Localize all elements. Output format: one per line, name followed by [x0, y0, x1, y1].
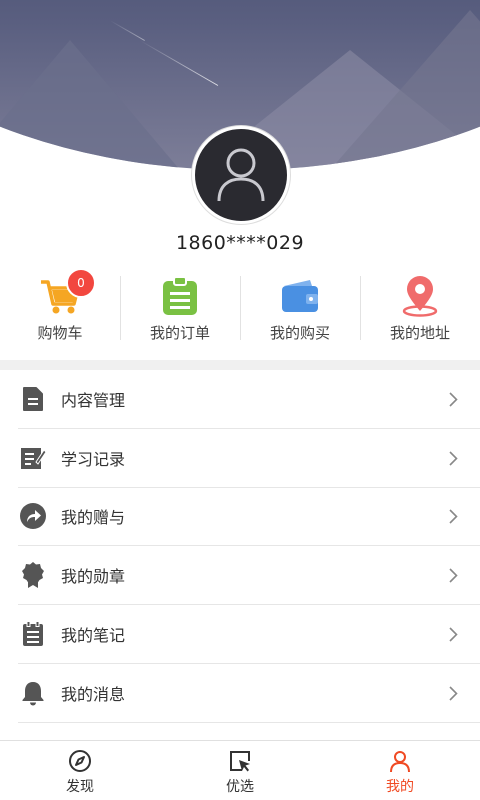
cursor-select-icon: [230, 751, 250, 772]
menu-item-gifts[interactable]: 我的赠与: [18, 488, 480, 547]
wallet-icon: [276, 274, 324, 318]
menu-item-label: 学习记录: [61, 449, 126, 469]
clipboard-icon: [156, 274, 204, 318]
quick-actions: 0 购物车 我的订单 我的购买 我的地址: [0, 268, 480, 352]
document-icon: [18, 384, 48, 414]
tab-label: 优选: [226, 779, 254, 795]
menu-list: 内容管理 学习记录 我的赠与 我的勋章 我的笔记 我的消息: [0, 370, 480, 723]
compass-icon: [69, 750, 91, 772]
medal-icon: [18, 560, 48, 590]
action-purchases-label: 我的购买: [269, 324, 330, 342]
menu-item-study-records[interactable]: 学习记录: [18, 429, 480, 488]
chevron-right-icon: [449, 568, 458, 583]
menu-item-label: 我的赠与: [61, 508, 126, 528]
user-phone: 1860****029: [175, 232, 305, 254]
person-icon: [390, 751, 410, 773]
user-avatar-icon: [217, 148, 265, 202]
menu-item-notes[interactable]: 我的笔记: [18, 605, 480, 664]
tab-discover[interactable]: 发现: [0, 741, 160, 800]
profile-header: 1860****029: [0, 0, 480, 260]
tab-featured[interactable]: 优选: [160, 741, 320, 800]
action-address-label: 我的地址: [389, 324, 450, 342]
menu-item-label: 我的笔记: [61, 626, 126, 646]
action-address[interactable]: 我的地址: [360, 270, 480, 352]
menu-item-content-management[interactable]: 内容管理: [18, 370, 480, 429]
cart-badge: 0: [66, 268, 96, 298]
cart-icon: 0: [36, 268, 96, 318]
menu-item-messages[interactable]: 我的消息: [18, 664, 480, 723]
bottom-tab-bar: 发现 优选 我的: [0, 740, 480, 800]
notepad-icon: [18, 619, 48, 649]
action-purchases[interactable]: 我的购买: [240, 270, 360, 352]
chevron-right-icon: [449, 509, 458, 525]
menu-item-label: 内容管理: [61, 390, 126, 410]
chevron-right-icon: [449, 686, 458, 701]
action-cart[interactable]: 0 购物车: [0, 268, 120, 352]
location-pin-icon: [396, 274, 444, 318]
menu-item-label: 我的消息: [61, 684, 126, 704]
share-arrow-icon: [18, 501, 48, 531]
chevron-right-icon: [449, 392, 458, 407]
avatar[interactable]: [192, 126, 290, 224]
menu-item-medals[interactable]: 我的勋章: [18, 546, 480, 606]
action-cart-label: 购物车: [37, 324, 83, 342]
tab-label: 发现: [66, 779, 94, 795]
edit-note-icon: [18, 443, 48, 473]
section-divider: [0, 360, 480, 370]
menu-item-label: 我的勋章: [61, 567, 126, 587]
tab-label: 我的: [386, 779, 414, 795]
action-orders-label: 我的订单: [149, 324, 210, 342]
chevron-right-icon: [449, 451, 458, 466]
bell-icon: [18, 678, 48, 708]
chevron-right-icon: [449, 627, 458, 642]
tab-mine[interactable]: 我的: [320, 741, 480, 800]
action-orders[interactable]: 我的订单: [120, 270, 240, 352]
